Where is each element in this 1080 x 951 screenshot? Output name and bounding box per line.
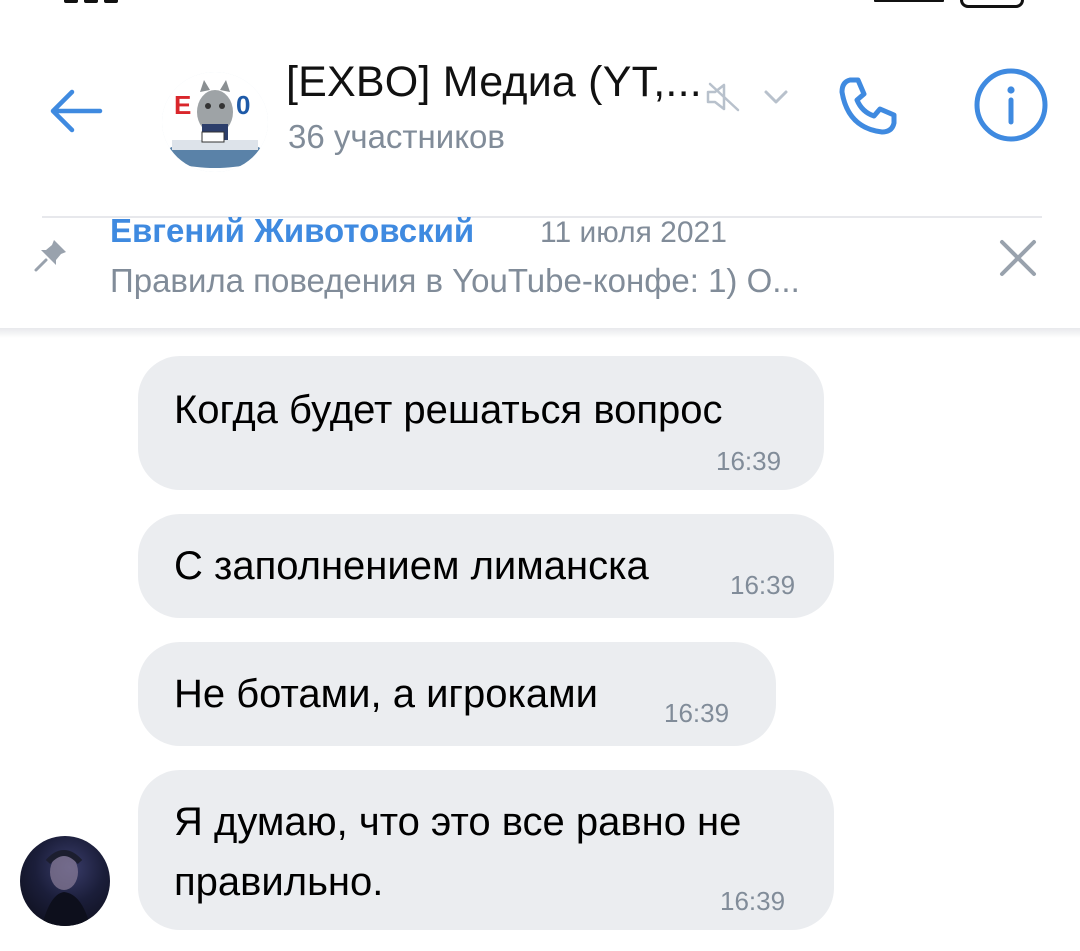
sender-avatar[interactable] <box>20 836 110 926</box>
info-button[interactable] <box>970 64 1052 146</box>
pinned-message[interactable]: Евгений Животовский 11 июля 2021 Правила… <box>0 190 1080 330</box>
status-indicators <box>874 0 1024 8</box>
message-text-line-1: Я думаю, что это все равно не <box>174 800 742 844</box>
message-time: 16:39 <box>720 886 786 916</box>
arrow-left-icon <box>50 89 103 133</box>
chat-avatar-image: E 0 <box>162 72 268 172</box>
muted-speaker-icon <box>704 80 744 114</box>
svg-text:0: 0 <box>236 90 250 120</box>
sender-avatar-image <box>42 850 90 926</box>
call-button[interactable] <box>826 64 908 146</box>
battery-icon <box>960 0 1024 8</box>
chat-members-count: 36 участников <box>288 118 505 155</box>
message-text: Не ботами, а игроками <box>174 672 598 716</box>
message-bubble[interactable]: С заполнением лиманска 16:39 <box>138 514 834 618</box>
back-button[interactable] <box>44 80 106 142</box>
pinned-date: 11 июля 2021 <box>540 216 727 249</box>
signal-icon <box>874 0 944 2</box>
pinned-author: Евгений Животовский <box>110 212 475 249</box>
message-time: 16:39 <box>664 698 730 728</box>
pinned-shadow <box>0 328 1080 338</box>
message-time: 16:39 <box>730 570 796 600</box>
unpin-button[interactable] <box>992 232 1044 284</box>
message-time: 16:39 <box>716 446 782 476</box>
message-text-line-2: правильно. <box>174 860 384 904</box>
message-text: Когда будет решаться вопрос <box>174 388 723 432</box>
pin-icon <box>32 234 72 274</box>
status-time <box>64 0 154 4</box>
message-bubble[interactable]: Я думаю, что это все равно не правильно.… <box>138 770 834 930</box>
message-text: С заполнением лиманска <box>174 544 649 588</box>
phone-icon <box>839 77 897 135</box>
chat-avatar[interactable]: E 0 <box>162 72 268 172</box>
status-bar <box>0 0 1080 14</box>
close-icon <box>1000 240 1036 276</box>
message-bubble[interactable]: Не ботами, а игроками 16:39 <box>138 642 776 746</box>
pinned-text: Правила поведения в YouTube-конфе: 1) О.… <box>110 262 800 299</box>
chevron-down-icon[interactable] <box>758 76 794 116</box>
chat-title[interactable]: [EXBO] Медиа (YT,... <box>286 58 702 107</box>
chat-header: E 0 [EXBO] Медиа (YT,... 36 участников <box>0 40 1080 218</box>
svg-text:E: E <box>174 90 191 120</box>
info-icon <box>974 68 1048 142</box>
message-bubble[interactable]: Когда будет решаться вопрос 16:39 <box>138 356 824 490</box>
